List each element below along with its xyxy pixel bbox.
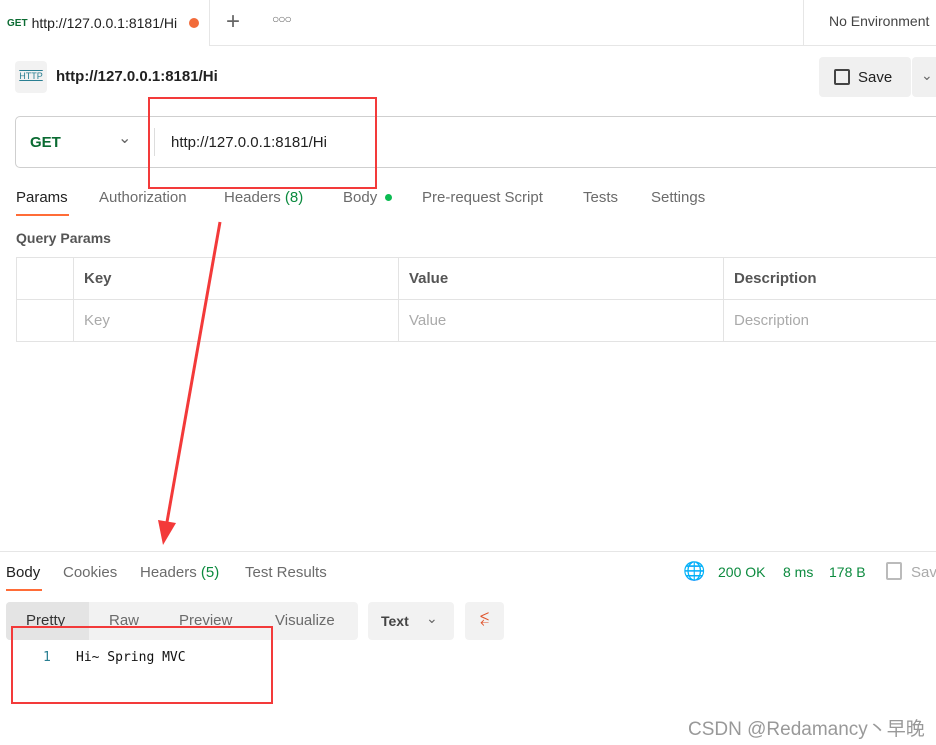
annotation-arrow — [158, 221, 222, 545]
arrow-head — [158, 520, 176, 545]
arrow-line — [165, 221, 222, 523]
watermark: CSDN @Redamancy丶早晚 — [688, 719, 925, 740]
